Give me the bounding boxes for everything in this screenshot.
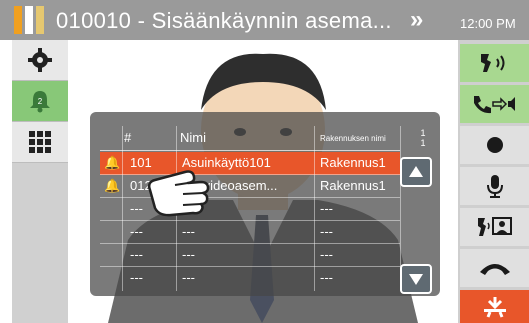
clock: 12:00 PM xyxy=(460,16,516,31)
bell-icon: 2 xyxy=(30,91,50,113)
col-name: Nimi xyxy=(180,130,206,145)
record-button[interactable] xyxy=(460,126,529,164)
intercom-screen: 010010 - Sisäänkäynnin asema... » 12:00 … xyxy=(0,0,529,323)
hand-pointer-icon xyxy=(147,170,210,217)
row-building: --- xyxy=(320,224,333,239)
col-building: Rakennuksen nimi xyxy=(320,134,386,143)
row-name: --- xyxy=(182,270,195,285)
gear-icon xyxy=(28,48,52,72)
triangle-up-icon xyxy=(409,166,423,177)
row-building: --- xyxy=(320,270,333,285)
page-indicator: 1 1 xyxy=(420,128,426,148)
page-title: 010010 - Sisäänkäynnin asema... xyxy=(56,8,392,33)
row-name: --- xyxy=(182,224,195,239)
hang-up-button[interactable] xyxy=(460,249,529,287)
person-monitor-icon xyxy=(477,217,512,236)
speaking-person-icon xyxy=(480,54,504,72)
scroll-down-button[interactable] xyxy=(400,264,432,294)
left-sidebar: 2 xyxy=(12,40,68,323)
microphone-icon xyxy=(486,175,503,198)
grid-icon xyxy=(29,131,51,153)
expand-title-button[interactable]: » xyxy=(410,6,423,34)
title-bar: 010010 - Sisäänkäynnin asema... » 12:00 … xyxy=(0,0,529,40)
table-row[interactable]: --- --- --- xyxy=(100,221,400,244)
table-row[interactable]: --- --- --- xyxy=(100,267,400,289)
settings-button[interactable] xyxy=(12,40,68,81)
column-divider xyxy=(122,126,123,291)
column-divider xyxy=(314,126,315,291)
row-building: --- xyxy=(320,247,333,262)
transfer-call-button[interactable] xyxy=(460,85,529,123)
monitor-person-button[interactable] xyxy=(460,208,529,246)
row-number: --- xyxy=(130,224,143,239)
table-row[interactable]: --- --- --- xyxy=(100,244,400,267)
triangle-down-icon xyxy=(409,274,423,285)
bell-icon: 🔔 xyxy=(104,178,121,193)
row-number: --- xyxy=(130,247,143,262)
hang-up-icon xyxy=(479,264,510,275)
door-release-button[interactable] xyxy=(460,290,529,323)
row-number: --- xyxy=(130,270,143,285)
notifications-button[interactable]: 2 xyxy=(12,81,68,122)
scroll-up-button[interactable] xyxy=(400,157,432,187)
bell-icon: 🔔 xyxy=(104,155,121,170)
row-building: Rakennus1 xyxy=(320,178,386,193)
row-building: --- xyxy=(320,201,333,216)
bell-badge: 2 xyxy=(38,97,43,106)
record-icon xyxy=(486,137,503,153)
row-number: --- xyxy=(130,201,143,216)
row-name: --- xyxy=(182,247,195,262)
table-header: # Nimi Rakennuksen nimi xyxy=(100,126,400,151)
phone-transfer-icon xyxy=(473,96,515,114)
col-number: # xyxy=(124,130,132,145)
signal-indicator xyxy=(14,6,44,34)
door-unlock-icon xyxy=(483,296,506,318)
row-building: Rakennus1 xyxy=(320,155,386,170)
right-sidebar xyxy=(458,40,529,323)
menu-grid-button[interactable] xyxy=(12,122,68,163)
talk-button[interactable] xyxy=(460,44,529,82)
microphone-button[interactable] xyxy=(460,167,529,205)
